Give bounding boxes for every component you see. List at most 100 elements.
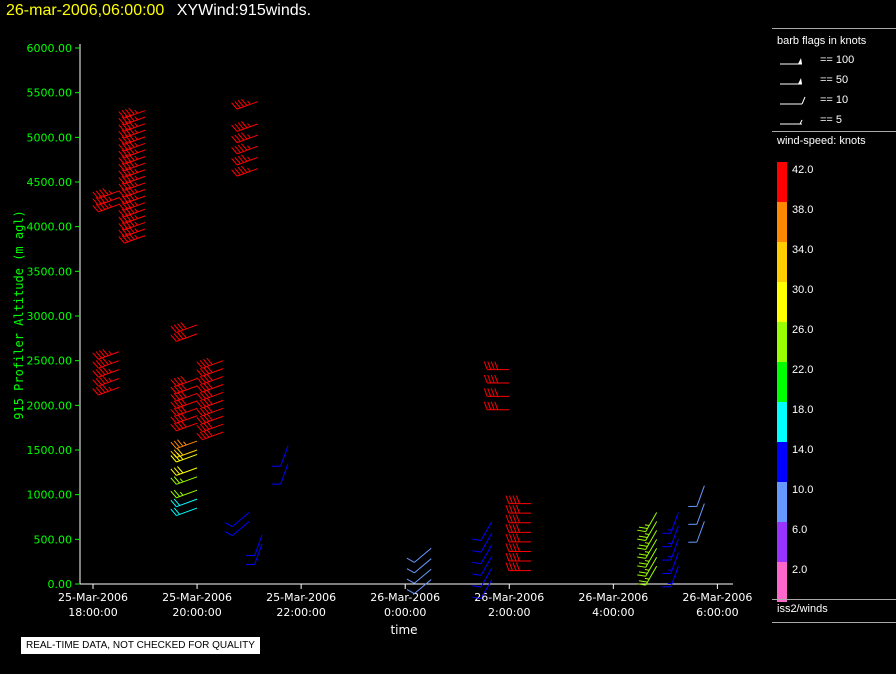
wind-barb [170, 507, 198, 517]
wind-barb [231, 143, 258, 155]
axes: 0.00 500.00 1000.00 1500.00 2000.00 2500.00 30… [27, 42, 753, 619]
wind-barb [196, 389, 224, 401]
wind-barb [92, 366, 120, 378]
barbs-layer [92, 98, 705, 600]
wind-barb [170, 498, 198, 508]
qc-warning-notice: REAL-TIME DATA, NOT CHECKED FOR QUALITY [20, 636, 261, 655]
y-tick-label: 4000.00 [27, 221, 73, 234]
wind-barb [662, 525, 679, 548]
colorbar-segment [777, 482, 787, 522]
wind-barb [231, 98, 258, 110]
wind-barb [406, 547, 432, 563]
wind-barb [170, 330, 198, 342]
wind-barb [662, 552, 679, 574]
barb-sample-icon [780, 58, 802, 65]
wind-barb [196, 357, 224, 369]
y-tick-label: 5000.00 [27, 131, 73, 144]
panel-divider [772, 131, 896, 132]
barb-flag-label: == 100 [820, 54, 855, 66]
panel-divider [772, 622, 896, 623]
wind-barb [170, 439, 198, 450]
colorbar-label: 30.0 [792, 284, 814, 296]
barb-flag-row: == 100 [778, 54, 888, 68]
wind-barb [688, 485, 705, 507]
y-tick-label: 6000.00 [27, 42, 73, 55]
x-tick-time-label: 6:00:00 [696, 606, 738, 619]
colorbar-segment [777, 282, 787, 322]
x-tick-date-label: 26-Mar-2006 [682, 591, 752, 604]
colorbar-segment [777, 442, 787, 482]
colorbar-label: 22.0 [792, 364, 814, 376]
legend-panel: barb flags in knots == 100 == 50 == 10 == 5… [772, 28, 896, 628]
y-tick-label: 0.00 [48, 578, 73, 591]
wind-barb [483, 374, 510, 384]
wind-barb [118, 107, 146, 119]
wind-barb [92, 188, 120, 199]
wind-barb [196, 381, 224, 393]
y-tick-label: 1500.00 [27, 444, 73, 457]
colorbar-label: 10.0 [792, 484, 814, 496]
wind-barb [483, 361, 510, 371]
wind-barb [196, 421, 224, 433]
barb-flag-row: == 5 [778, 114, 888, 128]
wind-barb [483, 401, 510, 411]
wind-barb [505, 495, 531, 505]
colorbar-segment [777, 322, 787, 362]
wind-barb [505, 504, 531, 514]
barb-sample-icon [780, 78, 802, 85]
y-tick-label: 1000.00 [27, 489, 73, 502]
wind-barb [196, 413, 224, 425]
wind-barb [505, 543, 531, 552]
x-tick-date-label: 26-Mar-2006 [578, 591, 648, 604]
colorbar-label: 26.0 [792, 324, 814, 336]
wind-barb [505, 533, 531, 543]
wind-barb [170, 476, 198, 485]
wind-barb [231, 154, 258, 166]
colorbar-segment [777, 202, 787, 242]
barb-flag-row: == 10 [778, 94, 888, 108]
barb-flag-row: == 50 [778, 74, 888, 88]
wind-barb [483, 388, 510, 397]
wind-barb [196, 429, 224, 441]
colorbar-label: 6.0 [792, 524, 808, 536]
y-tick-label: 5500.00 [27, 87, 73, 100]
y-axis-title: 915 Profiler Altitude (m agl) [12, 210, 26, 420]
colorbar-segment [777, 362, 787, 402]
wind-barb [231, 165, 258, 177]
y-tick-label: 3000.00 [27, 310, 73, 323]
colorbar-segment [777, 402, 787, 442]
wind-barb [170, 322, 198, 333]
wind-barb [92, 384, 120, 396]
x-tick-time-label: 20:00:00 [172, 606, 221, 619]
wind-barb [92, 357, 120, 369]
y-tick-label: 3500.00 [27, 265, 73, 278]
wind-barb [231, 121, 258, 132]
wind-barb [246, 534, 263, 557]
x-axis-title: time [390, 623, 417, 637]
wind-barb [231, 132, 258, 144]
colorbar-label: 42.0 [792, 164, 814, 176]
wind-barb [505, 514, 531, 524]
wind-barb [196, 405, 224, 417]
wind-barb [224, 521, 250, 537]
colorbar-label: 18.0 [792, 404, 814, 416]
colorbar-segment [777, 242, 787, 282]
x-tick-date-label: 26-Mar-2006 [474, 591, 544, 604]
barb-legend-title: barb flags in knots [777, 35, 867, 47]
colorbar-title: wind-speed: knots [777, 135, 866, 147]
wind-barb [170, 466, 198, 476]
barb-flag-label: == 50 [820, 74, 849, 86]
x-tick-time-label: 22:00:00 [276, 606, 325, 619]
wind-barb [246, 543, 263, 566]
source-label: iss2/winds [777, 603, 828, 615]
colorbar-segment [777, 562, 787, 602]
colorbar-segment [777, 522, 787, 562]
x-tick-time-label: 18:00:00 [68, 606, 117, 619]
colorbar-label: 2.0 [792, 564, 808, 576]
wind-barb [196, 365, 224, 377]
wind-barb-chart: 0.00 500.00 1000.00 1500.00 2000.00 2500.00 30… [12, 42, 753, 637]
barb-sample-icon [780, 119, 803, 125]
panel-divider [772, 599, 896, 600]
wind-barb [170, 489, 198, 499]
wind-barb [505, 562, 531, 572]
